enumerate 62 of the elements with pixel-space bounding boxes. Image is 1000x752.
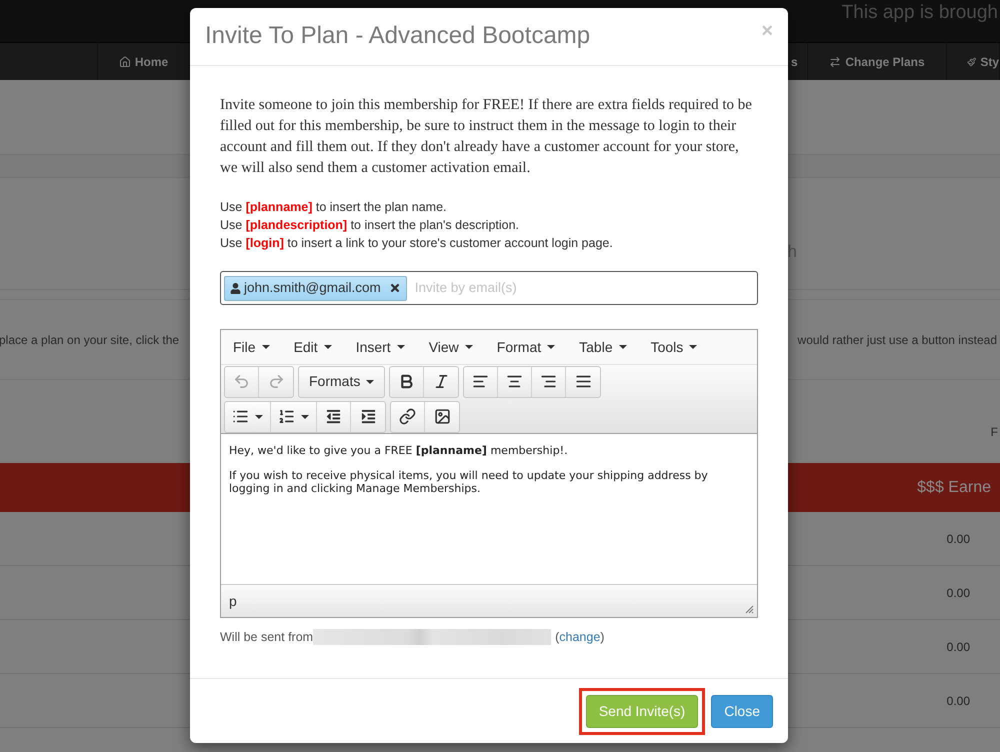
bullet-list-icon xyxy=(232,408,249,425)
menu-item[interactable]: File xyxy=(223,336,280,358)
caret-icon xyxy=(464,345,473,349)
table-cell-text: 0.00 xyxy=(946,692,970,710)
remove-icon[interactable] xyxy=(388,282,401,294)
message-paragraph: If you wish to receive physical items, you will need to update your shipping address by logging in and clicking Manage Memberships. xyxy=(229,469,709,495)
align-right-icon xyxy=(540,373,558,390)
table-cell-text: 0.00 xyxy=(946,530,970,548)
bold-icon xyxy=(398,373,416,390)
resize-handle-icon[interactable] xyxy=(745,605,754,614)
column-header: $$$ Earne xyxy=(917,478,992,498)
menu-item[interactable]: Insert xyxy=(346,336,415,358)
align-left-icon xyxy=(472,373,490,390)
dialog-title: Invite To Plan - Advanced Bootcamp xyxy=(205,21,590,51)
align-center-icon xyxy=(506,373,524,390)
user-icon xyxy=(230,282,241,294)
link-icon xyxy=(399,408,416,425)
indent-icon xyxy=(360,409,376,424)
image-icon xyxy=(434,408,450,425)
brush-icon xyxy=(967,56,976,68)
element-path: p xyxy=(229,592,237,611)
caret-icon xyxy=(396,345,405,349)
menu-item[interactable]: Edit xyxy=(284,336,342,358)
menu-item[interactable]: Tools xyxy=(640,336,708,358)
outdent-icon xyxy=(326,409,341,424)
help-text: place a plan on your site, click the xyxy=(0,332,180,348)
intro-text: Invite someone to join this membership for FREE! If there are extra fields required to be filled out for this membership, be sure to instruct them in the message to login to their account and fill them out. If they don't already have a customer account for your store, we will also send them a customer activation email. xyxy=(220,96,753,178)
caret-icon xyxy=(618,345,627,349)
nav-item[interactable]: Change Plans xyxy=(808,43,947,80)
caret-icon xyxy=(262,345,270,349)
redo-icon xyxy=(268,373,284,390)
menu-item[interactable]: Table xyxy=(569,336,637,358)
arrows-icon xyxy=(829,56,842,68)
align-justify-icon xyxy=(574,373,592,390)
caret-icon xyxy=(324,345,332,349)
numbered-list-icon xyxy=(278,408,295,425)
caret-icon xyxy=(255,414,263,418)
caret-icon xyxy=(366,380,374,384)
email-field[interactable]: john.smith@gmail.com Invite by email(s) xyxy=(220,271,758,305)
nav-item[interactable]: Sty xyxy=(947,43,1000,80)
formats-dropdown[interactable]: Formats xyxy=(299,366,384,396)
editor-body[interactable]: Hey, we'd like to give you a FREE [planname] membership!. If you wish to receive physical items, you will need to update your shipping address by logging in and clicking Manage Memberships. xyxy=(221,434,757,584)
undo-icon xyxy=(233,373,250,390)
column-label: F xyxy=(990,424,998,441)
table-cell-text: 0.00 xyxy=(946,638,970,656)
sender-note: Will be sent from (change) xyxy=(220,628,604,646)
hint-text: Use [login] to insert a link to your store's customer account login page. xyxy=(220,235,614,252)
menu-item[interactable]: View xyxy=(418,336,483,358)
menu-item[interactable]: Format xyxy=(486,336,566,358)
hint-text: Use [plandescription] to insert the plan's description. xyxy=(220,217,520,234)
caret-icon xyxy=(689,345,698,349)
caret-icon xyxy=(301,414,309,418)
caret-icon xyxy=(547,345,556,349)
banner-text: This app is brough xyxy=(842,1,998,25)
change-link[interactable]: change xyxy=(559,628,600,646)
house-icon xyxy=(118,56,131,68)
email-chip[interactable]: john.smith@gmail.com xyxy=(224,276,407,300)
hint-text: Use [planname] to insert the plan name. xyxy=(220,199,448,216)
email-input[interactable]: Invite by email(s) xyxy=(414,278,754,298)
help-text: would rather just use a button instead xyxy=(798,332,997,348)
table-cell-text: 0.00 xyxy=(946,584,970,602)
message-paragraph: Hey, we'd like to give you a FREE [planname] membership!. xyxy=(229,444,569,457)
